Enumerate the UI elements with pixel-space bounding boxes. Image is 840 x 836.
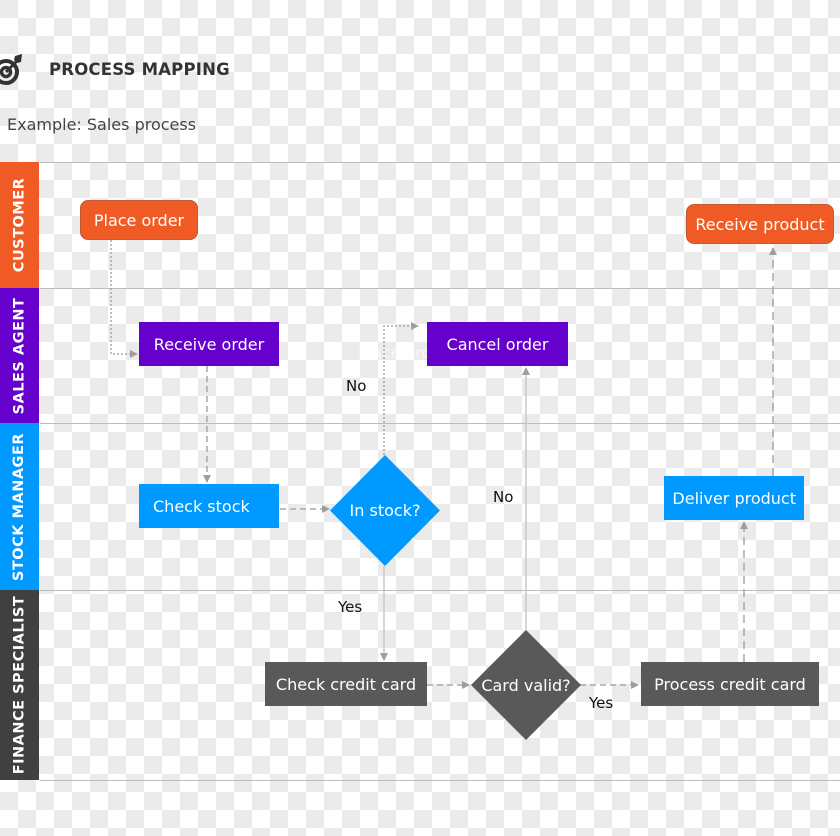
edge-label-card-valid-no: No (493, 488, 514, 506)
node-process-credit-card[interactable]: Process credit card (641, 662, 819, 706)
lane-label-sales-agent: SALES AGENT (0, 288, 39, 423)
node-place-order-label: Place order (93, 210, 185, 230)
lane-customer-text: CUSTOMER (11, 177, 28, 273)
page-title: PROCESS MAPPING (49, 60, 230, 79)
node-process-credit-card-label: Process credit card (654, 674, 806, 694)
node-check-stock-label: Check stock (153, 496, 250, 516)
node-deliver-product[interactable]: Deliver product (664, 476, 804, 520)
edge-label-in-stock-yes: Yes (338, 598, 363, 616)
lane-divider-bottom (40, 780, 840, 781)
lane-divider (40, 288, 840, 289)
edge-label-in-stock-no: No (346, 377, 367, 395)
lane-finance-specialist-text: FINANCE SPECIALIST (11, 595, 28, 775)
lane-sales-agent-text: SALES AGENT (11, 297, 28, 414)
node-check-credit-card[interactable]: Check credit card (265, 662, 427, 706)
node-card-valid[interactable]: Card valid? (471, 630, 581, 740)
lane-stock-manager-text: STOCK MANAGER (11, 432, 28, 581)
node-check-stock[interactable]: Check stock (139, 484, 279, 528)
node-in-stock[interactable]: In stock? (330, 455, 440, 566)
node-receive-product-label: Receive product (695, 214, 825, 234)
page-subtitle: Example: Sales process (7, 115, 197, 134)
lane-divider (40, 590, 840, 591)
lane-divider (40, 423, 840, 424)
node-in-stock-label: In stock? (349, 501, 421, 520)
node-cancel-order[interactable]: Cancel order (427, 322, 568, 366)
node-place-order[interactable]: Place order (80, 200, 198, 240)
lane-divider-top (40, 162, 840, 163)
edge-place-order-to-receive-order (110, 240, 138, 358)
lane-label-customer: CUSTOMER (0, 162, 39, 288)
node-receive-product[interactable]: Receive product (686, 204, 834, 244)
target-icon (0, 54, 22, 85)
node-deliver-product-label: Deliver product (672, 488, 796, 508)
node-receive-order-label: Receive order (153, 334, 265, 354)
node-receive-order[interactable]: Receive order (139, 322, 279, 366)
node-check-credit-card-label: Check credit card (275, 674, 417, 694)
lane-label-stock-manager: STOCK MANAGER (0, 423, 39, 590)
node-cancel-order-label: Cancel order (446, 334, 549, 354)
node-card-valid-label: Card valid? (481, 675, 571, 695)
lane-label-finance-specialist: FINANCE SPECIALIST (0, 590, 39, 780)
edge-label-card-valid-yes: Yes (589, 694, 614, 712)
ghost-text: Place ord (358, 343, 432, 362)
